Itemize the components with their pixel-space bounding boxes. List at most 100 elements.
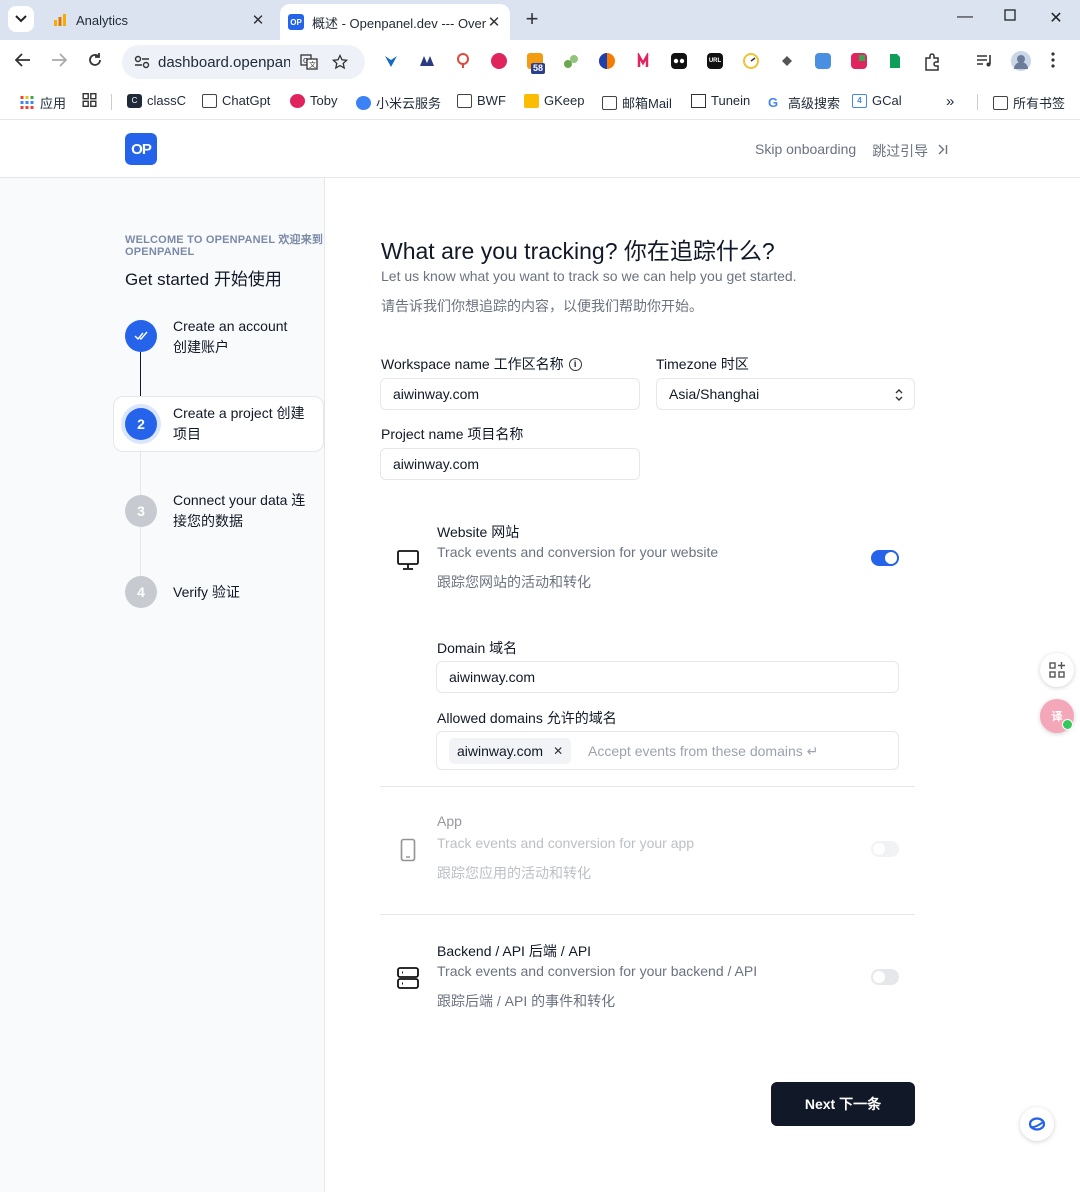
- workspace-name-input[interactable]: aiwinway.com: [380, 378, 640, 410]
- bookmark-label: Toby: [310, 93, 338, 108]
- bookmark-label: classC: [147, 93, 187, 108]
- extension-icon-14[interactable]: [851, 53, 867, 69]
- domain-tag: aiwinway.com ✕: [449, 738, 572, 764]
- bookmarks-overflow-button[interactable]: »: [946, 93, 954, 110]
- star-icon[interactable]: [332, 54, 348, 70]
- domain-label: Domain 域名: [437, 640, 518, 656]
- tab-openpanel[interactable]: OP 概述 - Openpanel.dev --- Overview ✕: [280, 4, 510, 40]
- extension-icon-9[interactable]: [671, 53, 687, 69]
- extension-icon-15[interactable]: [887, 53, 903, 69]
- backend-description-zh: 跟踪后端 / API 的事件和转化: [437, 993, 616, 1009]
- tab-analytics[interactable]: Analytics ✕: [42, 4, 274, 36]
- translate-icon[interactable]: G文: [300, 54, 318, 70]
- profile-avatar[interactable]: [1011, 51, 1031, 71]
- allowed-domains-input[interactable]: aiwinway.com ✕ Accept events from these …: [436, 731, 899, 770]
- close-tab-icon[interactable]: ✕: [486, 13, 502, 31]
- new-tab-button[interactable]: +: [522, 8, 542, 30]
- tab-title: Analytics: [76, 12, 129, 28]
- bookmark-toby[interactable]: Toby: [290, 93, 337, 108]
- add-widget-icon: [1049, 662, 1065, 678]
- bookmark-apps[interactable]: 应用: [20, 93, 66, 112]
- page-subtitle-zh: 请告诉我们你想追踪的内容，以便我们帮助你开始。: [381, 298, 703, 314]
- timezone-value: Asia/Shanghai: [669, 386, 760, 402]
- svg-text:文: 文: [309, 60, 316, 69]
- extension-icon-8[interactable]: [635, 51, 651, 69]
- extension-icon-6[interactable]: [563, 53, 579, 69]
- bookmark-all[interactable]: 所有书签: [993, 93, 1065, 112]
- website-title: Website 网站: [437, 524, 520, 540]
- backend-toggle[interactable]: [871, 969, 899, 985]
- workspace-label-text: Workspace name 工作区名称: [381, 356, 564, 372]
- back-button[interactable]: [12, 52, 34, 72]
- bookmark-grid[interactable]: [82, 93, 102, 107]
- remove-tag-icon[interactable]: ✕: [553, 744, 563, 758]
- bookmark-advanced-search[interactable]: G 高级搜索: [768, 93, 840, 112]
- maximize-button[interactable]: [998, 8, 1022, 26]
- bookmark-bwf[interactable]: BWF: [457, 93, 506, 108]
- analytics-icon: [54, 14, 66, 26]
- address-bar[interactable]: dashboard.openpanel.dev G文: [122, 45, 365, 79]
- workspace-name-label: Workspace name 工作区名称 i: [381, 354, 582, 374]
- close-tab-icon[interactable]: ✕: [250, 11, 266, 29]
- bookmark-label: 高级搜索: [788, 96, 841, 111]
- translate-assistant-button[interactable]: 译: [1040, 699, 1074, 733]
- browser-toolbar: dashboard.openpanel.dev G文 58 URL: [0, 40, 1080, 84]
- bookmark-classc[interactable]: C classC: [127, 93, 186, 108]
- bookmark-gcal[interactable]: 4 GCal: [852, 93, 902, 108]
- reload-icon: [89, 53, 101, 66]
- bookmark-tunein[interactable]: Tunein: [691, 93, 750, 108]
- chat-assistant-button[interactable]: [1020, 1107, 1054, 1141]
- openpanel-favicon-icon: OP: [288, 14, 304, 30]
- step-4-number: 4: [125, 576, 157, 608]
- bookmark-label: 邮箱Mail: [622, 96, 672, 111]
- sidebar-tools-button[interactable]: [1040, 653, 1074, 687]
- website-toggle[interactable]: [871, 550, 899, 566]
- project-name-input[interactable]: aiwinway.com: [380, 448, 640, 480]
- extension-icon-3[interactable]: [455, 53, 471, 69]
- bookmark-gkeep[interactable]: GKeep: [524, 93, 584, 108]
- step-2-label: Create a project 创建项目: [173, 405, 305, 442]
- reload-button[interactable]: [84, 52, 106, 73]
- bookmark-mail[interactable]: 邮箱Mail: [602, 93, 672, 112]
- arrow-right-icon: [52, 53, 68, 67]
- media-control-icon[interactable]: [976, 53, 992, 69]
- forward-button[interactable]: [48, 52, 70, 72]
- timezone-select[interactable]: Asia/Shanghai: [656, 378, 915, 410]
- tab-title: 概述 - Openpanel.dev --- Overview: [312, 15, 486, 31]
- minimize-button[interactable]: —: [953, 8, 977, 26]
- tab-search-button[interactable]: [8, 6, 34, 32]
- browser-menu-button[interactable]: [1050, 52, 1062, 68]
- bookmark-label: GCal: [872, 93, 902, 108]
- extension-icon-13[interactable]: [815, 53, 831, 69]
- skip-onboarding-link[interactable]: Skip onboarding 跳过引导: [755, 141, 948, 161]
- bookmark-xiaomi-cloud[interactable]: 小米云服务: [356, 93, 441, 112]
- chevron-double-right-icon: »: [946, 93, 955, 110]
- extensions-puzzle-icon[interactable]: [923, 53, 939, 71]
- bookmark-label: Tunein: [711, 93, 751, 108]
- apps-grid-icon: [20, 95, 34, 109]
- openpanel-logo[interactable]: OP: [125, 133, 157, 165]
- toggle-knob: [873, 843, 885, 855]
- toby-extension-icon[interactable]: [491, 53, 507, 69]
- close-window-button[interactable]: ✕: [1044, 8, 1068, 28]
- site-settings-icon[interactable]: [134, 55, 150, 69]
- next-button[interactable]: Next 下一条: [771, 1082, 915, 1126]
- app-title: App: [437, 813, 462, 829]
- extension-icon-7[interactable]: [599, 53, 615, 69]
- folder-icon: [457, 93, 472, 108]
- translate-assistant-icon: 译: [1051, 711, 1063, 723]
- url-extension-icon[interactable]: URL: [707, 53, 723, 69]
- info-icon[interactable]: i: [568, 357, 582, 371]
- extension-icon-1[interactable]: [383, 53, 399, 69]
- domain-input[interactable]: aiwinway.com: [436, 661, 899, 693]
- rss-extension-icon[interactable]: 58: [527, 53, 546, 74]
- extension-icon-11[interactable]: [743, 53, 759, 69]
- bookmark-chatgpt[interactable]: ChatGpt: [202, 93, 270, 108]
- extension-icon-12[interactable]: [779, 53, 795, 69]
- backend-description: Track events and conversion for your bac…: [437, 963, 758, 979]
- extension-icon-2[interactable]: [419, 53, 435, 69]
- app-toggle[interactable]: [871, 841, 899, 857]
- allowed-domains-label: Allowed domains 允许的域名: [437, 710, 617, 726]
- section-divider: [380, 914, 915, 915]
- classc-icon: C: [127, 93, 142, 108]
